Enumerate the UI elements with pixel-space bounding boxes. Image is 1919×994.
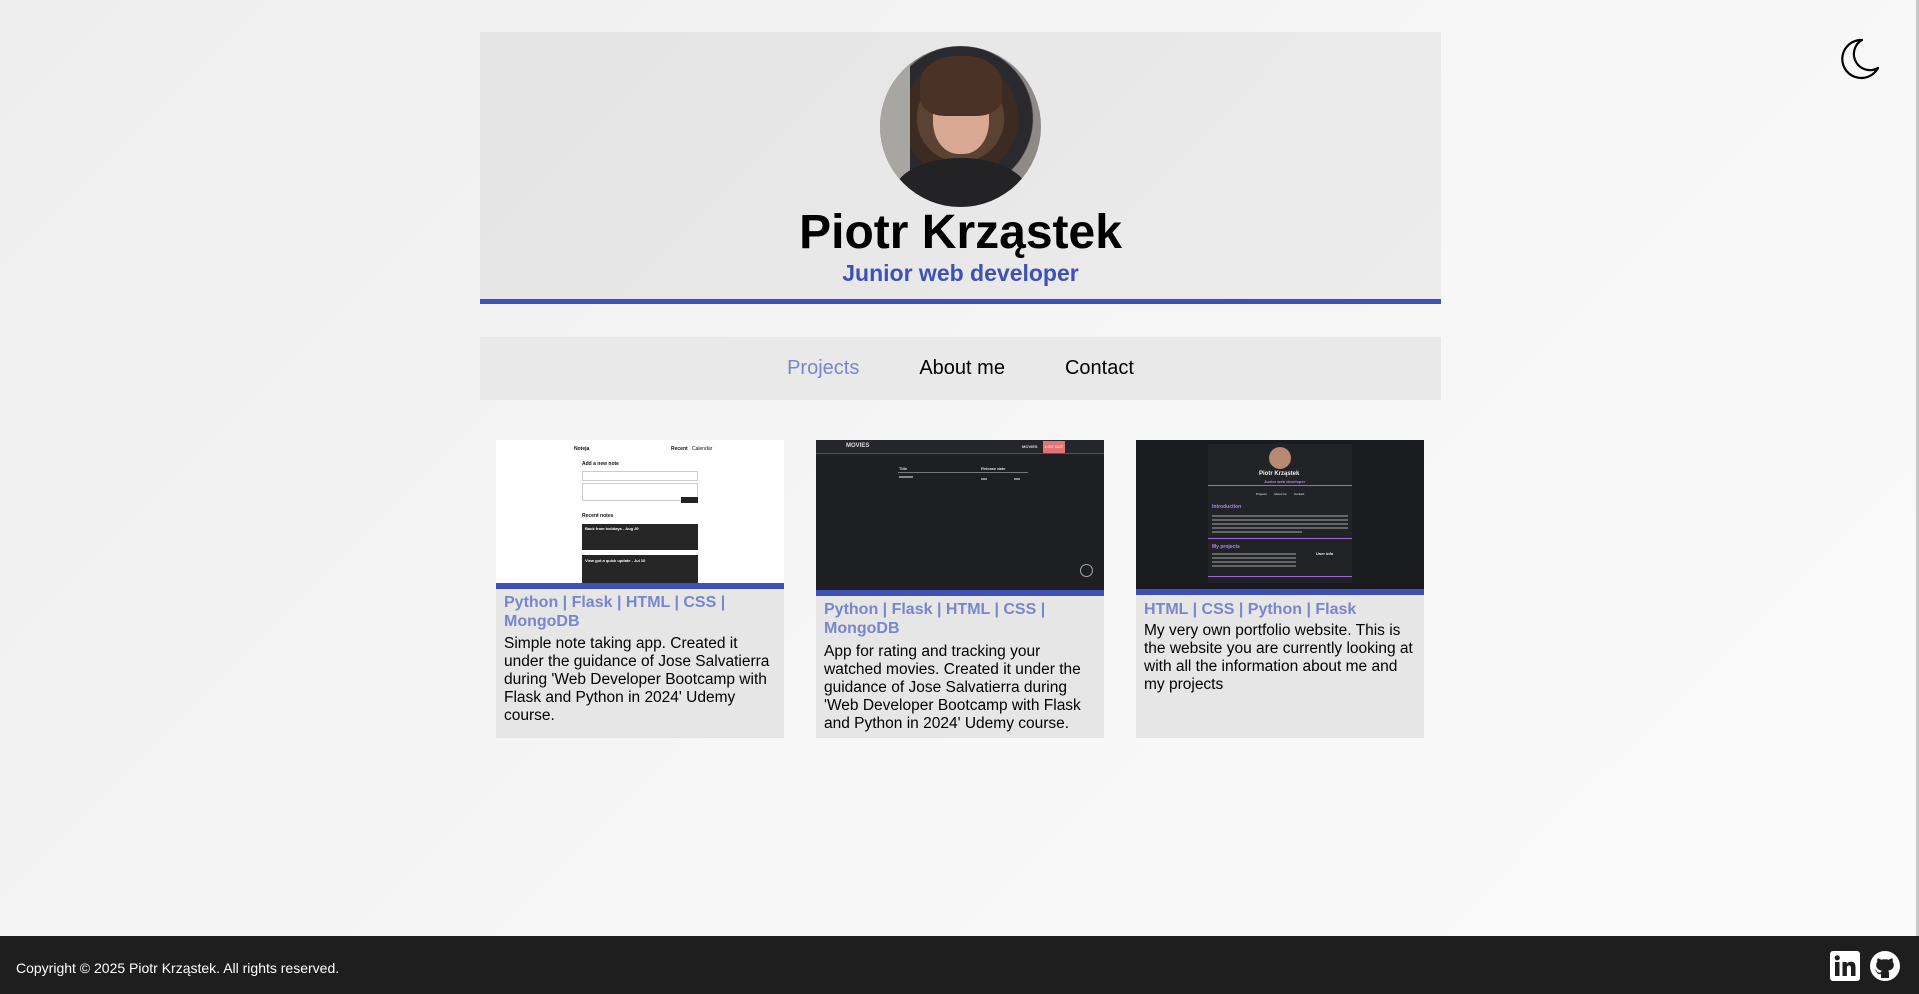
profile-header: Piotr Krząstek Junior web developer bbox=[480, 32, 1441, 304]
screenshot-nav: Projects bbox=[1256, 492, 1267, 496]
project-card-notes[interactable]: Noteja Recent Calendar Add a new note Re… bbox=[496, 440, 784, 738]
moon-icon bbox=[1841, 38, 1880, 80]
screenshot-name: Piotr Krząstek bbox=[1259, 471, 1300, 477]
linkedin-icon bbox=[1830, 951, 1860, 981]
screenshot-column: Release date bbox=[981, 466, 1006, 471]
copyright-text: Copyright © 2025 Piotr Krząstek. All rig… bbox=[16, 960, 340, 976]
screenshot-heading: Add a new note bbox=[582, 461, 619, 467]
nav-projects[interactable]: Projects bbox=[787, 357, 859, 380]
screenshot-section: Recent notes bbox=[582, 513, 614, 519]
project-card-movies[interactable]: MOVIES MOVIES LOG OUT Title Release date… bbox=[816, 440, 1104, 738]
project-tags: Python | Flask | HTML | CSS | MongoDB bbox=[504, 594, 726, 630]
footer: Copyright © 2025 Piotr Krząstek. All rig… bbox=[0, 936, 1919, 994]
project-tags: Python | Flask | HTML | CSS | MongoDB bbox=[824, 601, 1046, 637]
project-card-portfolio[interactable]: Piotr Krząstek Junior web developer Proj… bbox=[1136, 440, 1424, 738]
nav-contact[interactable]: Contact bbox=[1065, 357, 1134, 380]
project-description: Simple note taking app. Created it under… bbox=[504, 635, 770, 724]
main-nav: Projects About me Contact bbox=[480, 337, 1441, 400]
project-screenshot: Noteja Recent Calendar Add a new note Re… bbox=[496, 440, 784, 583]
screenshot-nav: Recent bbox=[671, 446, 688, 452]
theme-toggle-button[interactable] bbox=[1836, 36, 1882, 82]
github-icon bbox=[1870, 951, 1900, 981]
screenshot-section: My projects bbox=[1212, 544, 1240, 550]
screenshot-nav: MOVIES bbox=[1022, 444, 1038, 449]
avatar bbox=[880, 46, 1041, 207]
screenshot-brand: Noteja bbox=[574, 446, 590, 452]
project-tags: HTML | CSS | Python | Flask bbox=[1144, 601, 1357, 618]
project-description: App for rating and tracking your watched… bbox=[824, 643, 1081, 732]
profile-role: Junior web developer bbox=[842, 260, 1079, 286]
screenshot-note: View got a quick update - Jul 10 bbox=[585, 558, 646, 563]
github-link[interactable] bbox=[1869, 950, 1901, 982]
linkedin-link[interactable] bbox=[1829, 950, 1861, 982]
profile-name: Piotr Krząstek bbox=[799, 206, 1122, 259]
project-description: My very own portfolio website. This is t… bbox=[1144, 622, 1413, 693]
nav-about-me[interactable]: About me bbox=[919, 357, 1005, 380]
project-screenshot: Piotr Krząstek Junior web developer Proj… bbox=[1136, 440, 1424, 589]
screenshot-note: Back from holidays - Aug 20 bbox=[585, 526, 639, 531]
screenshot-nav: Calendar bbox=[692, 446, 713, 452]
screenshot-aside: User info bbox=[1316, 551, 1334, 556]
screenshot-column: Title bbox=[899, 466, 908, 471]
add-icon bbox=[1080, 564, 1093, 577]
screenshot-heading: Introduction bbox=[1212, 504, 1242, 510]
screenshot-role: Junior web developer bbox=[1264, 479, 1306, 484]
screenshot-nav: Contact bbox=[1294, 492, 1305, 496]
screenshot-nav: About me bbox=[1274, 492, 1287, 496]
project-screenshot: MOVIES MOVIES LOG OUT Title Release date bbox=[816, 440, 1104, 590]
screenshot-nav: LOG OUT bbox=[1045, 444, 1064, 449]
screenshot-brand: MOVIES bbox=[846, 443, 870, 449]
